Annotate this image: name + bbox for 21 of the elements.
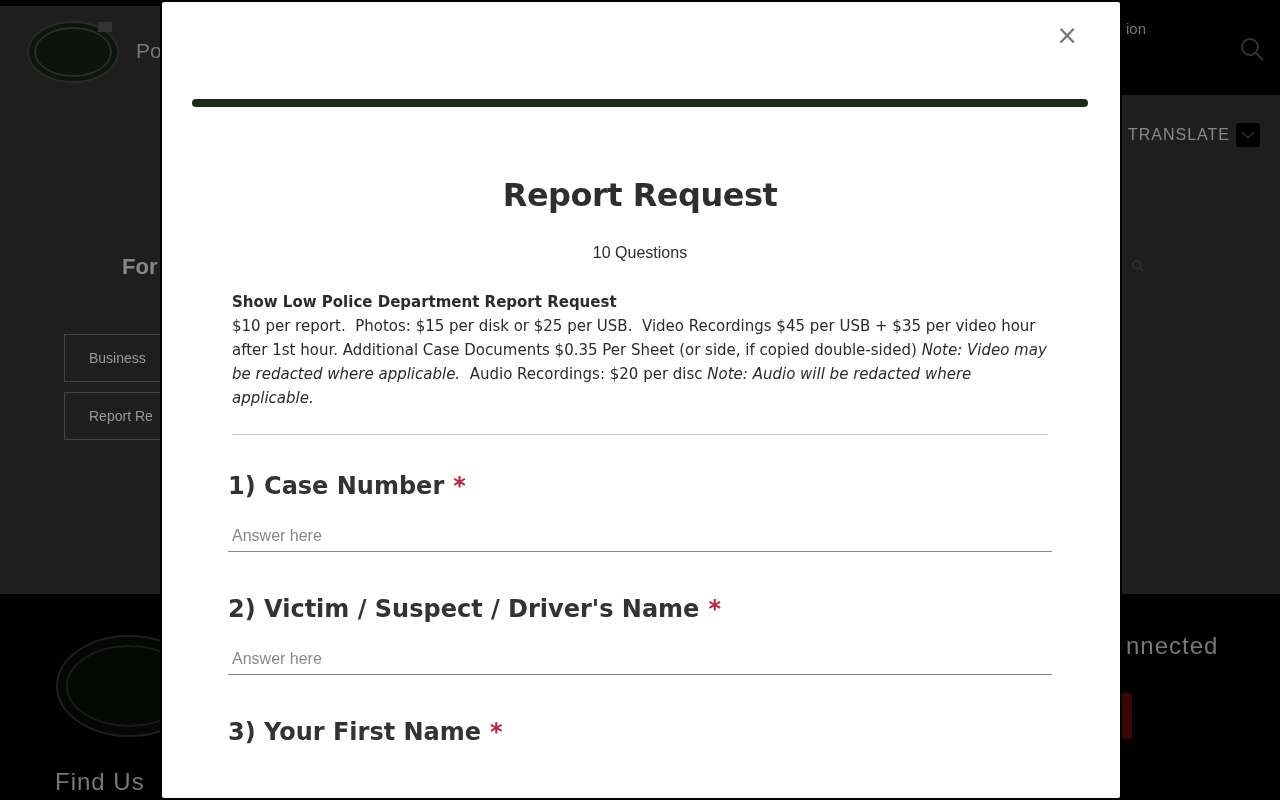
question-label: 2) Victim / Suspect / Driver's Name [228,595,700,623]
search-icon [1240,37,1264,61]
logo-icon [26,19,120,84]
social-button[interactable] [1122,693,1132,739]
site-title: Po [136,38,162,63]
question-count: 10 Questions [591,244,689,262]
close-button[interactable]: × [1056,22,1078,48]
required-mark: * [708,595,721,623]
nav-link[interactable]: ion [1126,20,1147,37]
question-label: 1) Case Number [228,472,445,500]
required-mark: * [453,472,466,500]
description-text: $10 per report. Photos: $15 per disk or $25 per USB. Video Recordings $45 per USB + $35 per video hour after 1st hour. Additional Case Documents $0.35 Per Sheet (or side, if copied double-sided) Note: Video may be redacted where applicable. Audio Recordings: $20 per disc Note: Audio will be redacted where applicable. [232,316,1048,409]
required-mark: * [490,718,503,746]
caret-icon [1236,123,1260,147]
footer-heading: nnected [1126,632,1219,660]
translate-button[interactable]: TRANSLATE [1127,123,1260,147]
description-heading: Show Low Police Department Report Request [232,292,618,313]
question-label: 3) Your First Name [228,718,482,746]
footer-heading: Find Us [55,768,145,796]
section-heading: For [122,254,158,280]
form-title: Report Request [501,177,779,213]
